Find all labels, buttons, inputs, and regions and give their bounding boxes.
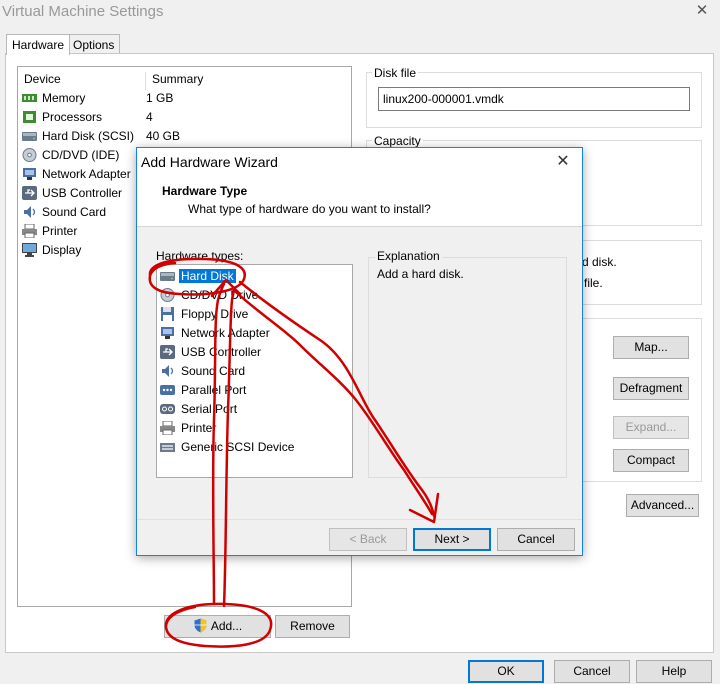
hardware-type-generic-scsi[interactable]: Generic SCSI Device (160, 438, 348, 457)
disk-info-text-2: file. (584, 276, 603, 290)
hardware-type-label: Sound Card (181, 364, 246, 378)
wizard-title: Add Hardware Wizard (141, 154, 278, 170)
hardware-type-label: Parallel Port (181, 383, 247, 397)
hardware-type-label: Generic SCSI Device (181, 440, 295, 454)
hardware-type-network-adapter[interactable]: Network Adapter (160, 324, 348, 343)
device-row-memory[interactable]: Memory 1 GB (22, 89, 347, 108)
wizard-footer-divider (137, 519, 582, 520)
device-name: USB Controller (42, 186, 123, 200)
disk-file-label: Disk file (372, 66, 419, 80)
serial-port-icon (160, 404, 175, 414)
sound-card-icon (162, 365, 174, 377)
wizard-close-icon[interactable]: ✕ (551, 150, 575, 174)
column-header-device[interactable]: Device (24, 72, 61, 86)
explanation-label: Explanation (375, 249, 442, 263)
hardware-type-label: CD/DVD Drive (181, 288, 259, 302)
device-name: Sound Card (42, 205, 107, 219)
wizard-header: Hardware Type What type of hardware do y… (137, 177, 582, 227)
tab-options[interactable]: Options (67, 34, 121, 54)
cancel-button[interactable]: Cancel (554, 660, 630, 683)
add-hardware-wizard-dialog: Add Hardware Wizard ✕ Hardware Type What… (136, 147, 583, 556)
device-name: CD/DVD (IDE) (42, 148, 120, 162)
device-name: Memory (42, 91, 86, 105)
add-button-label: Add... (210, 619, 243, 633)
capacity-label: Capacity (372, 134, 423, 148)
device-name: Processors (42, 110, 103, 124)
add-device-button[interactable]: Add... (164, 615, 271, 638)
scsi-device-icon (160, 443, 175, 452)
back-button[interactable]: < Back (329, 528, 407, 551)
sound-card-icon (24, 206, 36, 218)
hardware-type-parallel-port[interactable]: Parallel Port (160, 381, 348, 400)
disk-file-field[interactable]: linux200-000001.vmdk (378, 87, 690, 111)
window-title: Virtual Machine Settings (2, 3, 164, 20)
floppy-icon (161, 307, 174, 321)
device-row-hard-disk[interactable]: Hard Disk (SCSI) 40 GB (22, 127, 347, 146)
help-button[interactable]: Help (636, 660, 712, 683)
wizard-heading: Hardware Type (162, 184, 248, 198)
defragment-button[interactable]: Defragment (613, 377, 689, 400)
cd-dvd-icon (160, 288, 175, 302)
device-name: Hard Disk (SCSI) (42, 129, 135, 143)
device-name: Printer (42, 224, 78, 238)
hardware-types-list[interactable]: Hard Disk CD/DVD Drive Floppy Drive Netw… (156, 264, 353, 478)
device-summary: 40 GB (146, 129, 181, 143)
hardware-type-usb-controller[interactable]: USB Controller (160, 343, 348, 362)
map-button[interactable]: Map... (613, 336, 689, 359)
hardware-type-label: Floppy Drive (181, 307, 249, 321)
tab-hardware[interactable]: Hardware (6, 34, 71, 55)
window-close-icon[interactable]: ✕ (693, 2, 711, 20)
hardware-type-sound-card[interactable]: Sound Card (160, 362, 348, 381)
printer-icon (160, 421, 175, 435)
advanced-button[interactable]: Advanced... (626, 494, 699, 517)
memory-icon (22, 94, 37, 102)
wizard-subheading: What type of hardware do you want to ins… (188, 202, 431, 216)
expand-button[interactable]: Expand... (613, 416, 689, 439)
explanation-text: Add a hard disk. (377, 267, 464, 281)
wizard-cancel-button[interactable]: Cancel (497, 528, 575, 551)
column-header-summary[interactable]: Summary (152, 72, 203, 86)
next-button[interactable]: Next > (413, 528, 491, 551)
hardware-type-floppy[interactable]: Floppy Drive (160, 305, 348, 324)
hard-disk-icon (22, 132, 37, 141)
network-adapter-icon (23, 168, 36, 180)
network-adapter-icon (161, 327, 174, 339)
display-icon (22, 243, 37, 257)
ok-button[interactable]: OK (468, 660, 544, 683)
hardware-types-label: Hardware types: (156, 249, 244, 263)
hardware-type-label: Network Adapter (181, 326, 270, 340)
device-name: Network Adapter (42, 167, 131, 181)
disk-info-text-1: rd disk. (578, 255, 617, 269)
compact-button[interactable]: Compact (613, 449, 689, 472)
device-name: Display (42, 243, 82, 257)
cd-dvd-icon (22, 148, 37, 162)
device-summary: 4 (146, 110, 153, 124)
hardware-type-label: Serial Port (181, 402, 238, 416)
wizard-titlebar: Add Hardware Wizard ✕ (137, 148, 582, 177)
explanation-group (368, 257, 567, 478)
hardware-type-hard-disk[interactable]: Hard Disk (160, 267, 348, 286)
hardware-type-serial-port[interactable]: Serial Port (160, 400, 348, 419)
hard-disk-icon (160, 272, 175, 281)
usb-icon (22, 186, 37, 200)
shield-icon (194, 618, 207, 633)
device-row-processors[interactable]: Processors 4 (22, 108, 347, 127)
hardware-type-printer[interactable]: Printer (160, 419, 348, 438)
usb-icon (160, 345, 175, 359)
parallel-port-icon (160, 385, 175, 395)
processor-icon (23, 111, 36, 123)
hardware-type-cd-dvd[interactable]: CD/DVD Drive (160, 286, 348, 305)
hardware-type-label: Hard Disk (179, 269, 236, 283)
hardware-type-label: USB Controller (181, 345, 262, 359)
device-list-header: Device Summary (24, 72, 344, 90)
device-summary: 1 GB (146, 91, 174, 105)
remove-device-button[interactable]: Remove (275, 615, 350, 638)
printer-icon (22, 224, 37, 238)
hardware-type-label: Printer (181, 421, 217, 435)
